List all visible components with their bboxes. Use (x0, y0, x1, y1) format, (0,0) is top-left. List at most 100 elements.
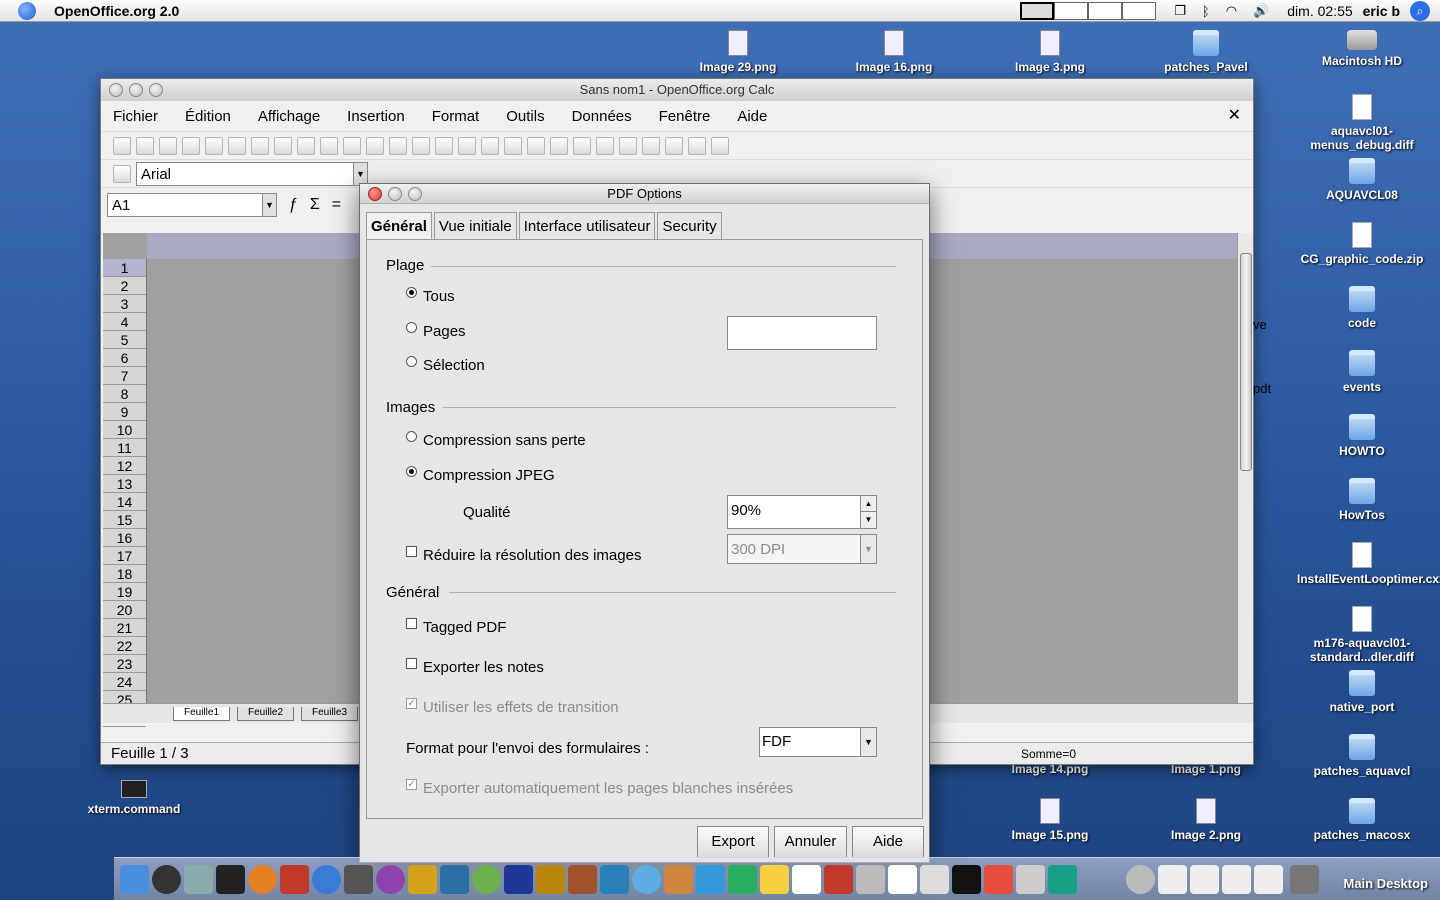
sheet-tab[interactable]: Feuille1 (173, 707, 231, 721)
save-icon[interactable] (159, 136, 177, 155)
equals-icon[interactable]: = (332, 196, 341, 214)
form-format-select[interactable]: FDF ▼ (759, 727, 877, 757)
print-icon[interactable] (251, 136, 269, 155)
radio-pages[interactable]: Pages (406, 322, 466, 340)
chevron-down-icon[interactable]: ▼ (353, 162, 367, 185)
app-icon[interactable] (568, 865, 597, 894)
space-2[interactable] (1054, 2, 1089, 20)
sort-descending-icon[interactable] (527, 136, 545, 155)
desktop-icon[interactable]: aquavcl01-menus_debug.diff (1297, 94, 1427, 152)
menu-donnees[interactable]: Données (572, 108, 632, 125)
name-box[interactable]: A1 ▼ (107, 192, 277, 217)
row-header[interactable]: 12 (103, 457, 146, 475)
radio-indicator[interactable] (406, 431, 417, 442)
app-icon[interactable] (760, 865, 789, 894)
checkbox-indicator[interactable] (406, 658, 417, 669)
app-icon[interactable] (856, 865, 885, 894)
zoom-button[interactable] (149, 83, 163, 97)
bluetooth-icon[interactable]: ᛒ (1202, 4, 1210, 19)
navigator-icon[interactable] (619, 136, 637, 155)
calendar-icon[interactable] (280, 865, 309, 894)
row-header[interactable]: 13 (103, 475, 146, 493)
styles-icon[interactable] (113, 164, 131, 183)
app-icon[interactable] (600, 865, 629, 894)
menu-format[interactable]: Format (432, 108, 480, 125)
export-pdf-icon[interactable] (228, 136, 246, 155)
pages-input[interactable] (727, 316, 877, 350)
row-header[interactable]: 21 (103, 619, 146, 637)
font-name-combo[interactable]: Arial ▼ (136, 161, 368, 186)
row-header[interactable]: 11 (103, 439, 146, 457)
open-icon[interactable] (136, 136, 154, 155)
sheet-tab[interactable]: Feuille3 (301, 707, 359, 721)
window-icon[interactable] (1222, 865, 1251, 894)
clock[interactable]: dim. 02:55 (1287, 3, 1352, 19)
row-header[interactable]: 23 (103, 655, 146, 673)
space-3[interactable] (1088, 2, 1123, 20)
tab-interface-utilisateur[interactable]: Interface utilisateur (518, 212, 656, 240)
desktop-icon[interactable]: patches_macosx (1297, 798, 1427, 842)
app-icon[interactable] (1048, 865, 1077, 894)
app-icon[interactable] (984, 865, 1013, 894)
spotlight-icon[interactable]: ⌕ (1410, 1, 1430, 21)
user-menu[interactable]: eric b (1363, 3, 1400, 19)
space-4[interactable] (1122, 2, 1157, 20)
calc-title-bar[interactable]: Sans nom1 - OpenOffice.org Calc (101, 79, 1253, 101)
row-header[interactable]: 9 (103, 403, 146, 421)
tab-security[interactable]: Security (657, 212, 722, 240)
window-icon[interactable]: ❐ (1174, 3, 1186, 19)
sheet-tab[interactable]: Feuille2 (237, 707, 295, 721)
row-header[interactable]: 7 (103, 367, 146, 385)
desktop-icon[interactable]: InstallEventLooptimer.cxx (1297, 542, 1440, 586)
row-header[interactable]: 20 (103, 601, 146, 619)
radio-indicator[interactable] (406, 466, 417, 477)
scroll-thumb[interactable] (1240, 253, 1252, 471)
terminal-icon[interactable] (952, 865, 981, 894)
safari-icon[interactable] (312, 865, 341, 894)
radio-indicator[interactable] (406, 322, 417, 333)
email-icon[interactable] (182, 136, 200, 155)
trash-icon[interactable] (1290, 865, 1319, 894)
radio-selection[interactable]: Sélection (406, 356, 485, 374)
row-header[interactable]: 14 (103, 493, 146, 511)
dialog-title-bar[interactable]: PDF Options (360, 184, 929, 204)
menu-insertion[interactable]: Insertion (347, 108, 405, 125)
finder-icon[interactable] (120, 865, 149, 894)
app-icon[interactable] (920, 865, 949, 894)
window-icon[interactable] (1158, 865, 1187, 894)
row-header[interactable]: 6 (103, 349, 146, 367)
chevron-down-icon[interactable]: ▼ (262, 193, 276, 216)
redo-icon[interactable] (458, 136, 476, 155)
chevron-up-icon[interactable]: ▲ (861, 496, 876, 512)
window-icon[interactable] (1254, 865, 1283, 894)
menu-aide[interactable]: Aide (737, 108, 767, 125)
radio-indicator[interactable] (406, 356, 417, 367)
radio-indicator[interactable] (406, 287, 417, 298)
x11-icon[interactable] (344, 865, 373, 894)
row-header[interactable]: 1 (103, 259, 146, 277)
app-icon[interactable] (472, 865, 501, 894)
menu-fenetre[interactable]: Fenêtre (659, 108, 711, 125)
desktop-icon[interactable]: Image 15.png (985, 798, 1115, 842)
app-icon[interactable] (504, 865, 533, 894)
space-1[interactable] (1020, 2, 1055, 20)
chart-icon[interactable] (550, 136, 568, 155)
desktop-icon[interactable]: Image 3.png (985, 30, 1115, 74)
draw-icon[interactable] (573, 136, 591, 155)
row-header[interactable]: 17 (103, 547, 146, 565)
xcode-icon[interactable] (184, 865, 213, 894)
menu-fichier[interactable]: Fichier (113, 108, 158, 125)
close-button[interactable] (109, 83, 123, 97)
app-icon[interactable] (536, 865, 565, 894)
help-icon[interactable] (711, 136, 729, 155)
minimize-button[interactable] (129, 83, 143, 97)
minimize-button[interactable] (388, 187, 402, 201)
checkbox-reduce-resolution[interactable]: Réduire la résolution des images (406, 546, 641, 564)
cut-icon[interactable] (343, 136, 361, 155)
datasource-icon[interactable] (665, 136, 683, 155)
row-header[interactable]: 16 (103, 529, 146, 547)
app-menu[interactable]: OpenOffice.org 2.0 (54, 3, 179, 19)
find-icon[interactable] (596, 136, 614, 155)
checkbox-tagged-pdf[interactable]: Tagged PDF (406, 618, 506, 636)
row-header[interactable]: 10 (103, 421, 146, 439)
